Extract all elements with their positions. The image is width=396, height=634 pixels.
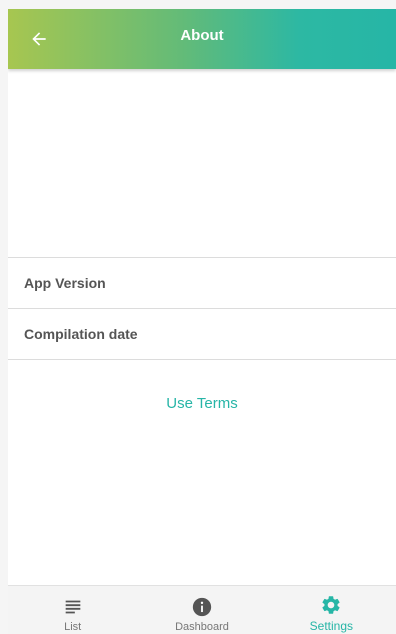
nav-label-list: List [64, 621, 82, 633]
nav-label-settings: Settings [309, 619, 353, 633]
compilation-date-label: Compilation date [24, 326, 138, 342]
compilation-date-row[interactable]: Compilation date [8, 308, 396, 360]
info-list: App Version Compilation date [8, 257, 396, 360]
about-screen: About App Version Compilation date Use T… [8, 9, 396, 634]
nav-item-list[interactable]: List [8, 586, 137, 634]
page-title: About [180, 27, 224, 44]
nav-item-settings[interactable]: Settings [267, 586, 396, 634]
info-icon [192, 597, 212, 617]
nav-label-dashboard: Dashboard [175, 621, 229, 633]
list-icon [65, 600, 80, 614]
app-bar: About [8, 9, 396, 69]
gear-icon [322, 596, 340, 614]
app-version-row[interactable]: App Version [8, 257, 396, 308]
nav-item-dashboard[interactable]: Dashboard [137, 586, 266, 634]
use-terms-link[interactable]: Use Terms [8, 395, 396, 412]
app-version-label: App Version [24, 275, 106, 291]
bottom-navigation: List Dashboard Settings [8, 585, 396, 634]
